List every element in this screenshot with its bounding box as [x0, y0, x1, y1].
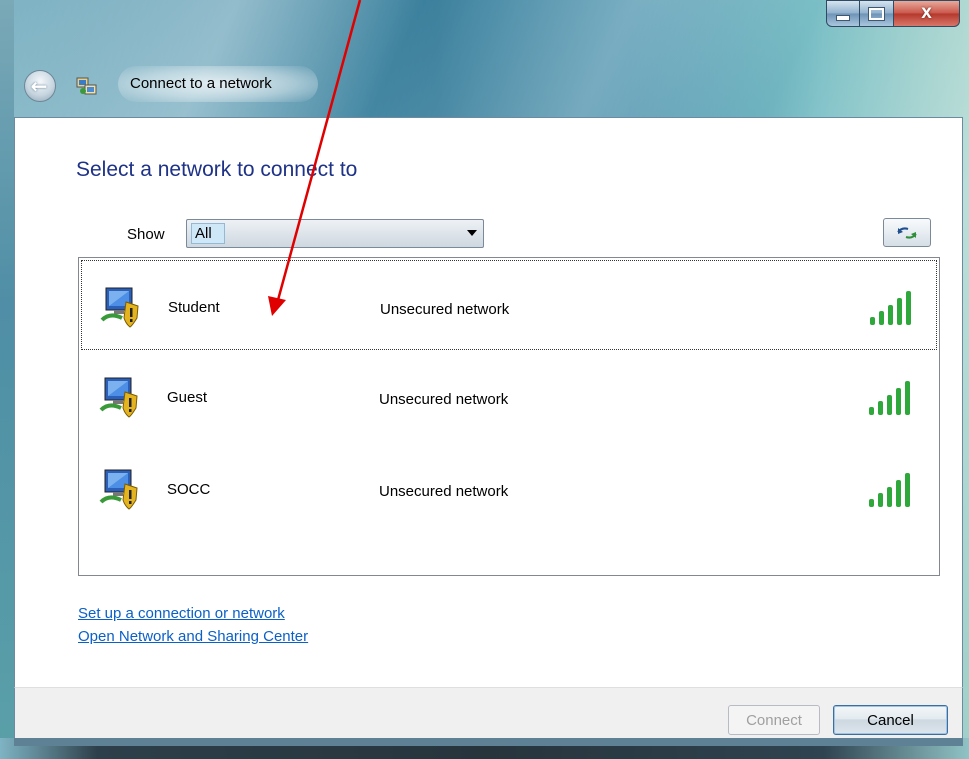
network-sharing-center-link[interactable]: Open Network and Sharing Center: [78, 628, 308, 645]
show-label: Show: [127, 226, 165, 243]
button-bar: [14, 687, 963, 738]
unsecured-network-icon: [99, 469, 138, 510]
refresh-button[interactable]: [883, 218, 931, 247]
network-row-guest[interactable]: Guest Unsecured network: [81, 351, 937, 441]
refresh-icon: [897, 226, 917, 239]
back-button[interactable]: ←: [24, 70, 56, 102]
window-title: Connect to a network: [130, 75, 272, 92]
close-icon: X: [921, 5, 932, 22]
cancel-button[interactable]: Cancel: [833, 705, 948, 735]
signal-strength-icon: [869, 381, 910, 415]
show-filter-value: All: [191, 223, 225, 244]
unsecured-network-icon: [100, 287, 139, 328]
network-name: SOCC: [167, 481, 211, 498]
network-name: Guest: [167, 389, 208, 406]
network-connect-icon: [76, 77, 97, 95]
network-security: Unsecured network: [379, 391, 509, 408]
signal-strength-icon: [870, 291, 911, 325]
caption-buttons: X: [826, 0, 960, 27]
network-row-student[interactable]: Student Unsecured network: [81, 260, 937, 350]
window-bottom-border: [0, 738, 969, 759]
close-button[interactable]: X: [894, 0, 960, 27]
maximize-icon: [868, 6, 885, 21]
network-row-socc[interactable]: SOCC Unsecured network: [81, 443, 937, 533]
chevron-down-icon: [467, 230, 477, 236]
page-heading: Select a network to connect to: [76, 158, 358, 181]
minimize-button[interactable]: [826, 0, 860, 27]
unsecured-network-icon: [99, 377, 138, 418]
maximize-button[interactable]: [860, 0, 894, 27]
show-filter-dropdown[interactable]: All: [186, 219, 484, 248]
signal-strength-icon: [869, 473, 910, 507]
network-name: Student: [168, 299, 220, 316]
network-list[interactable]: Student Unsecured network Guest Unsecure…: [78, 257, 940, 576]
network-security: Unsecured network: [379, 483, 509, 500]
setup-connection-link[interactable]: Set up a connection or network: [78, 605, 285, 622]
network-security: Unsecured network: [380, 301, 510, 318]
back-arrow-icon: ←: [30, 74, 48, 98]
connect-button[interactable]: Connect: [728, 705, 820, 735]
minimize-icon: [836, 14, 850, 21]
